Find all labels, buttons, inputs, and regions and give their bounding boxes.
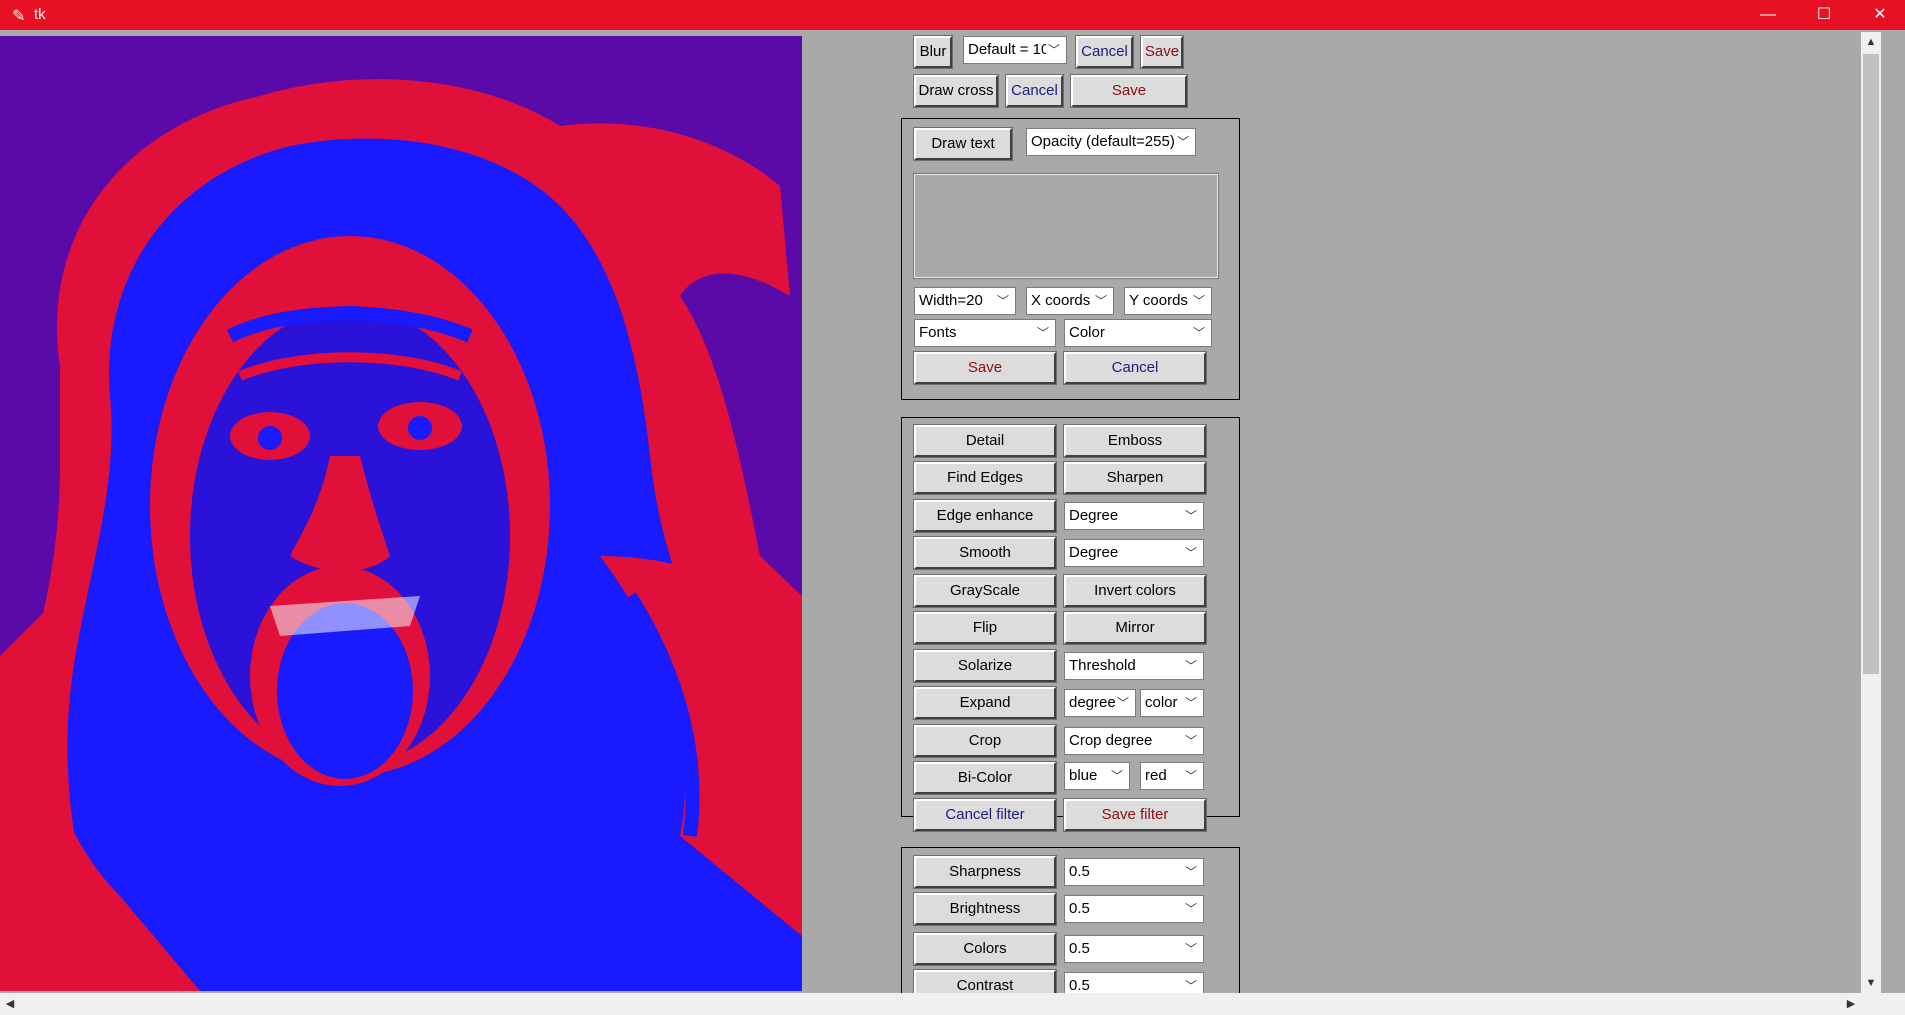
emboss-button[interactable]: Emboss: [1063, 424, 1207, 458]
color-select[interactable]: Color ﹀: [1064, 319, 1212, 347]
blur-button[interactable]: Blur: [913, 35, 953, 69]
chevron-down-icon: ﹀: [997, 294, 1010, 308]
scroll-down-icon[interactable]: ▼: [1861, 973, 1881, 993]
text-save-button[interactable]: Save: [913, 351, 1057, 385]
grayscale-button[interactable]: GrayScale: [913, 574, 1057, 608]
flip-button[interactable]: Flip: [913, 611, 1057, 645]
fonts-value: Fonts: [919, 324, 957, 341]
expand-degree-select[interactable]: degree ﹀: [1064, 689, 1136, 717]
chevron-down-icon: ﹀: [1185, 696, 1198, 710]
blur-radius-select[interactable]: Default = 10 ﹀: [963, 36, 1067, 64]
draw-text-button[interactable]: Draw text: [913, 127, 1013, 161]
chevron-down-icon: ﹀: [1193, 294, 1206, 308]
chevron-down-icon: ﹀: [1185, 942, 1198, 956]
text-cancel-button[interactable]: Cancel: [1063, 351, 1207, 385]
invert-colors-button[interactable]: Invert colors: [1063, 574, 1207, 608]
image-preview: [0, 36, 802, 991]
smooth-degree-select[interactable]: Degree ﹀: [1064, 539, 1204, 567]
brightness-select[interactable]: 0.5 ﹀: [1064, 895, 1204, 923]
chevron-down-icon: ﹀: [1185, 865, 1198, 879]
bicolor-first-select[interactable]: blue ﹀: [1064, 762, 1130, 790]
width-value: Width=20: [919, 292, 983, 309]
width-select[interactable]: Width=20 ﹀: [914, 287, 1016, 315]
image-canvas[interactable]: [0, 36, 802, 991]
text-input[interactable]: [913, 173, 1219, 279]
minimize-icon[interactable]: —: [1740, 0, 1796, 30]
color-value: Color: [1069, 324, 1105, 341]
draw-cross-button[interactable]: Draw cross: [913, 74, 999, 108]
solarize-button[interactable]: Solarize: [913, 649, 1057, 683]
colors-button[interactable]: Colors: [913, 932, 1057, 966]
close-icon[interactable]: ✕: [1852, 0, 1905, 30]
cancel-filter-button[interactable]: Cancel filter: [913, 798, 1057, 832]
edge-degree-select[interactable]: Degree ﹀: [1064, 502, 1204, 530]
maximize-icon[interactable]: ☐: [1796, 0, 1852, 30]
edge-enhance-button[interactable]: Edge enhance: [913, 499, 1057, 533]
chevron-down-icon: ﹀: [1048, 43, 1061, 57]
cross-cancel-button[interactable]: Cancel: [1005, 74, 1064, 108]
find-edges-button[interactable]: Find Edges: [913, 461, 1057, 495]
blur-radius-value: Default = 10: [968, 41, 1046, 58]
fonts-select[interactable]: Fonts ﹀: [914, 319, 1056, 347]
smooth-button[interactable]: Smooth: [913, 536, 1057, 570]
colors-select[interactable]: 0.5 ﹀: [1064, 935, 1204, 963]
chevron-down-icon: ﹀: [1185, 734, 1198, 748]
horizontal-scrollbar[interactable]: ◀ ▶: [0, 993, 1881, 1015]
colors-value: 0.5: [1069, 940, 1090, 957]
edge-degree-value: Degree: [1069, 507, 1119, 524]
save-filter-button[interactable]: Save filter: [1063, 798, 1207, 832]
scroll-up-icon[interactable]: ▲: [1861, 32, 1881, 52]
sharpen-button[interactable]: Sharpen: [1063, 461, 1207, 495]
threshold-select[interactable]: Threshold ﹀: [1064, 652, 1204, 680]
crop-button[interactable]: Crop: [913, 724, 1057, 758]
brightness-value: 0.5: [1069, 900, 1090, 917]
sharpness-button[interactable]: Sharpness: [913, 855, 1057, 889]
bicolor-second-value: red: [1145, 767, 1167, 784]
scroll-right-icon[interactable]: ▶: [1841, 993, 1861, 1015]
expand-degree-value: degree: [1069, 694, 1116, 711]
blur-save-button[interactable]: Save: [1140, 35, 1184, 69]
vertical-scrollbar[interactable]: ▲ ▼: [1861, 32, 1881, 993]
y-coords-value: Y coords: [1129, 292, 1188, 309]
chevron-down-icon: ﹀: [1185, 902, 1198, 916]
bicolor-first-value: blue: [1069, 767, 1098, 784]
chevron-down-icon: ﹀: [1185, 769, 1198, 783]
title-bar: ✎ tk — ☐ ✕: [0, 0, 1905, 30]
feather-icon: ✎: [12, 8, 26, 25]
chevron-down-icon: ﹀: [1177, 135, 1190, 149]
crop-degree-select[interactable]: Crop degree ﹀: [1064, 727, 1204, 755]
sharpness-select[interactable]: 0.5 ﹀: [1064, 858, 1204, 886]
threshold-value: Threshold: [1069, 657, 1136, 674]
scroll-left-icon[interactable]: ◀: [0, 993, 20, 1015]
chevron-down-icon: ﹀: [1185, 509, 1198, 523]
opacity-select[interactable]: Opacity (default=255) ﹀: [1026, 128, 1196, 156]
chevron-down-icon: ﹀: [1037, 326, 1050, 340]
expand-color-value: color: [1145, 694, 1178, 711]
scroll-thumb[interactable]: [1863, 54, 1879, 674]
detail-button[interactable]: Detail: [913, 424, 1057, 458]
expand-color-select[interactable]: color ﹀: [1140, 689, 1204, 717]
cross-save-button[interactable]: Save: [1070, 74, 1188, 108]
smooth-degree-value: Degree: [1069, 544, 1119, 561]
x-coords-value: X coords: [1031, 292, 1091, 309]
y-coords-select[interactable]: Y coords ﹀: [1124, 287, 1212, 315]
chevron-down-icon: ﹀: [1095, 294, 1108, 308]
bicolor-button[interactable]: Bi-Color: [913, 761, 1057, 795]
chevron-down-icon: ﹀: [1117, 696, 1130, 710]
sharpness-value: 0.5: [1069, 863, 1090, 880]
bicolor-second-select[interactable]: red ﹀: [1140, 762, 1204, 790]
blur-cancel-button[interactable]: Cancel: [1075, 35, 1134, 69]
scrollbar-corner: [1881, 993, 1905, 1015]
chevron-down-icon: ﹀: [1185, 546, 1198, 560]
window-title: tk: [34, 6, 46, 23]
expand-button[interactable]: Expand: [913, 686, 1057, 720]
brightness-button[interactable]: Brightness: [913, 892, 1057, 926]
opacity-value: Opacity (default=255): [1031, 133, 1175, 150]
chevron-down-icon: ﹀: [1185, 659, 1198, 673]
mirror-button[interactable]: Mirror: [1063, 611, 1207, 645]
crop-degree-value: Crop degree: [1069, 732, 1153, 749]
x-coords-select[interactable]: X coords ﹀: [1026, 287, 1114, 315]
chevron-down-icon: ﹀: [1193, 326, 1206, 340]
chevron-down-icon: ﹀: [1111, 769, 1124, 783]
